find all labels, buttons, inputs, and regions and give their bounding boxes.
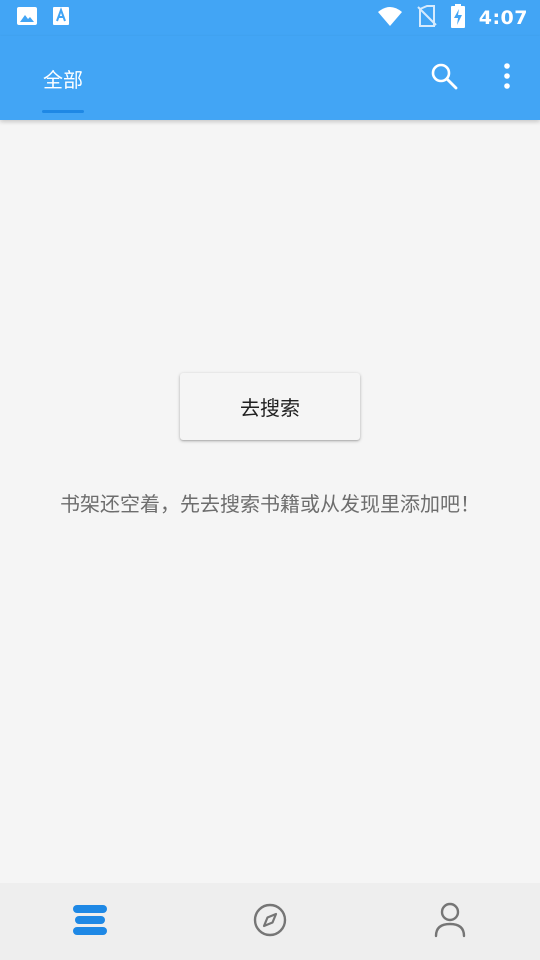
wifi-icon xyxy=(377,6,403,30)
person-icon xyxy=(434,902,466,942)
search-icon xyxy=(430,62,458,94)
bookshelf-screen: 4:07 全部 去搜索 书架还空着，先去搜索书籍或从发现里添加吧！ xyxy=(0,0,540,960)
search-button-appbar[interactable] xyxy=(424,58,464,98)
no-sim-icon xyxy=(417,5,437,31)
tab-all[interactable]: 全部 xyxy=(42,36,84,120)
bookshelf-icon xyxy=(72,904,108,940)
status-time: 4:07 xyxy=(478,7,528,29)
status-left-icons xyxy=(16,6,70,30)
image-icon xyxy=(16,6,38,30)
more-vert-icon xyxy=(503,63,511,93)
status-bar: 4:07 xyxy=(0,0,540,36)
more-options-button[interactable] xyxy=(487,58,527,98)
battery-charging-icon xyxy=(450,4,465,32)
nav-item-profile[interactable] xyxy=(360,883,540,960)
go-search-button[interactable]: 去搜索 xyxy=(180,373,360,440)
nav-item-discover[interactable] xyxy=(180,883,360,960)
app-bar: 全部 xyxy=(0,36,540,120)
tab-all-label: 全部 xyxy=(43,67,83,92)
status-right-icons: 4:07 xyxy=(377,4,528,32)
compass-icon xyxy=(253,903,287,941)
empty-shelf-message: 书架还空着，先去搜索书籍或从发现里添加吧！ xyxy=(60,492,480,516)
bookshelf-empty-state: 去搜索 书架还空着，先去搜索书籍或从发现里添加吧！ xyxy=(0,120,540,883)
nav-item-bookshelf[interactable] xyxy=(0,883,180,960)
text-app-icon xyxy=(52,6,70,30)
tab-indicator xyxy=(42,110,84,113)
bottom-navigation xyxy=(0,883,540,960)
